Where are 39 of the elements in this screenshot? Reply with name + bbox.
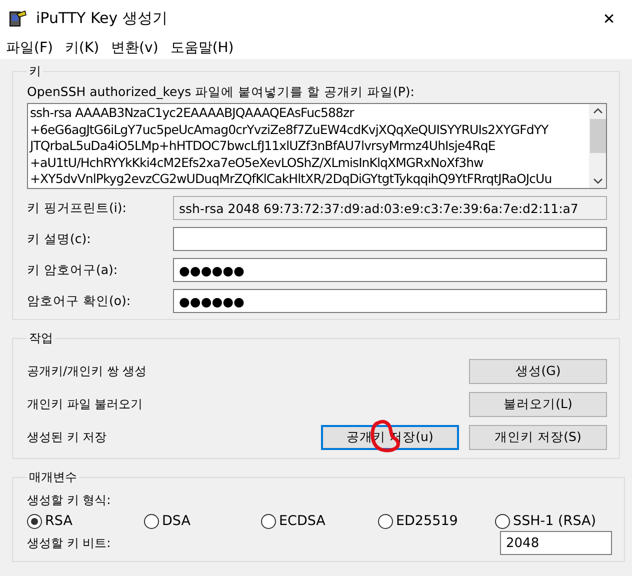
menu-item[interactable]: 키(K) xyxy=(60,39,108,57)
field-label: 키 핑거프린트(i): xyxy=(27,200,128,216)
public-key-text-area[interactable]: ssh-rsa AAAAB3NzaC1yc2EAAAABJQAAAQEAsFuc588zr +6eG6agJtG6iLgY7uc5peUcAmag0crYvziZe8f7ZuEW4cdKvjXQqXeQUISYYRUIs2XYGFdYY JTQrbaL5uDa4iO5LMp+hHTDOC7bwcLfJ11xlUZf3nBfAU7lvrsyMrmz4UhIsje4RqE +aU1tU/HchRYYkKki4cM2Efs2xa7eO5eXevLOShZ/XLmisInKlqXMGRxNoXf3hw +XY5dvVnlPkyg2evzCG2wUDuqMrZQfKlCakHltXR/2DqDiGYtgtTykqqihQ9YtFRrqtJRaOJcUu xyxy=(27,103,607,189)
scroll-bar[interactable] xyxy=(589,104,606,188)
radio-label[interactable]: DSA xyxy=(162,513,190,529)
radio-button[interactable] xyxy=(144,514,159,528)
action-button[interactable]: 생성(G) xyxy=(469,359,607,384)
field-label: OpenSSH authorized_keys 파일에 붙여넣기를 할 공개키 파일(P): xyxy=(27,84,416,101)
input-field[interactable] xyxy=(173,227,607,251)
input-field[interactable]: 2048 xyxy=(500,531,612,555)
input-field[interactable]: ●●●●●● xyxy=(173,289,607,313)
field-label: 생성할 키 비트: xyxy=(27,534,111,552)
input-field[interactable]: ●●●●●● xyxy=(173,258,607,282)
menu-item[interactable]: 변환(v) xyxy=(107,39,166,57)
close-button[interactable]: ✕ xyxy=(586,0,632,37)
radio-label[interactable]: ECDSA xyxy=(279,513,326,529)
menu-item[interactable]: 파일(F) xyxy=(2,39,61,57)
menu-item[interactable]: 도움말(H) xyxy=(166,39,242,57)
field-label: 암호어구 확인(o): xyxy=(27,292,132,310)
field-label: 생성할 키 형식: xyxy=(27,492,112,509)
radio-button[interactable] xyxy=(27,514,42,528)
group-title: 매개변수 xyxy=(28,469,78,486)
radio-button[interactable] xyxy=(378,514,393,528)
radio-label[interactable]: SSH-1 (RSA) xyxy=(513,513,596,529)
action-label: 개인키 파일 불러오기 xyxy=(27,396,143,413)
radio-button[interactable] xyxy=(261,514,276,528)
app-icon xyxy=(8,8,28,28)
action-label: 공개키/개인키 쌍 생성 xyxy=(27,363,147,380)
radio-button[interactable] xyxy=(495,514,510,528)
group-title: 작업 xyxy=(28,330,54,347)
group-title: 키 xyxy=(28,63,42,80)
action-label: 생성된 키 저장 xyxy=(27,429,107,446)
action-button[interactable]: 개인키 저장(S) xyxy=(469,425,607,450)
action-button[interactable]: 불러오기(L) xyxy=(469,392,607,417)
radio-label[interactable]: ED25519 xyxy=(396,513,458,529)
field-label: 키 설명(c): xyxy=(27,230,92,248)
radio-label[interactable]: RSA xyxy=(45,513,72,529)
window-title: iPuTTY Key 생성기 xyxy=(36,9,168,28)
field-label: 키 암호어구(a): xyxy=(27,262,119,278)
